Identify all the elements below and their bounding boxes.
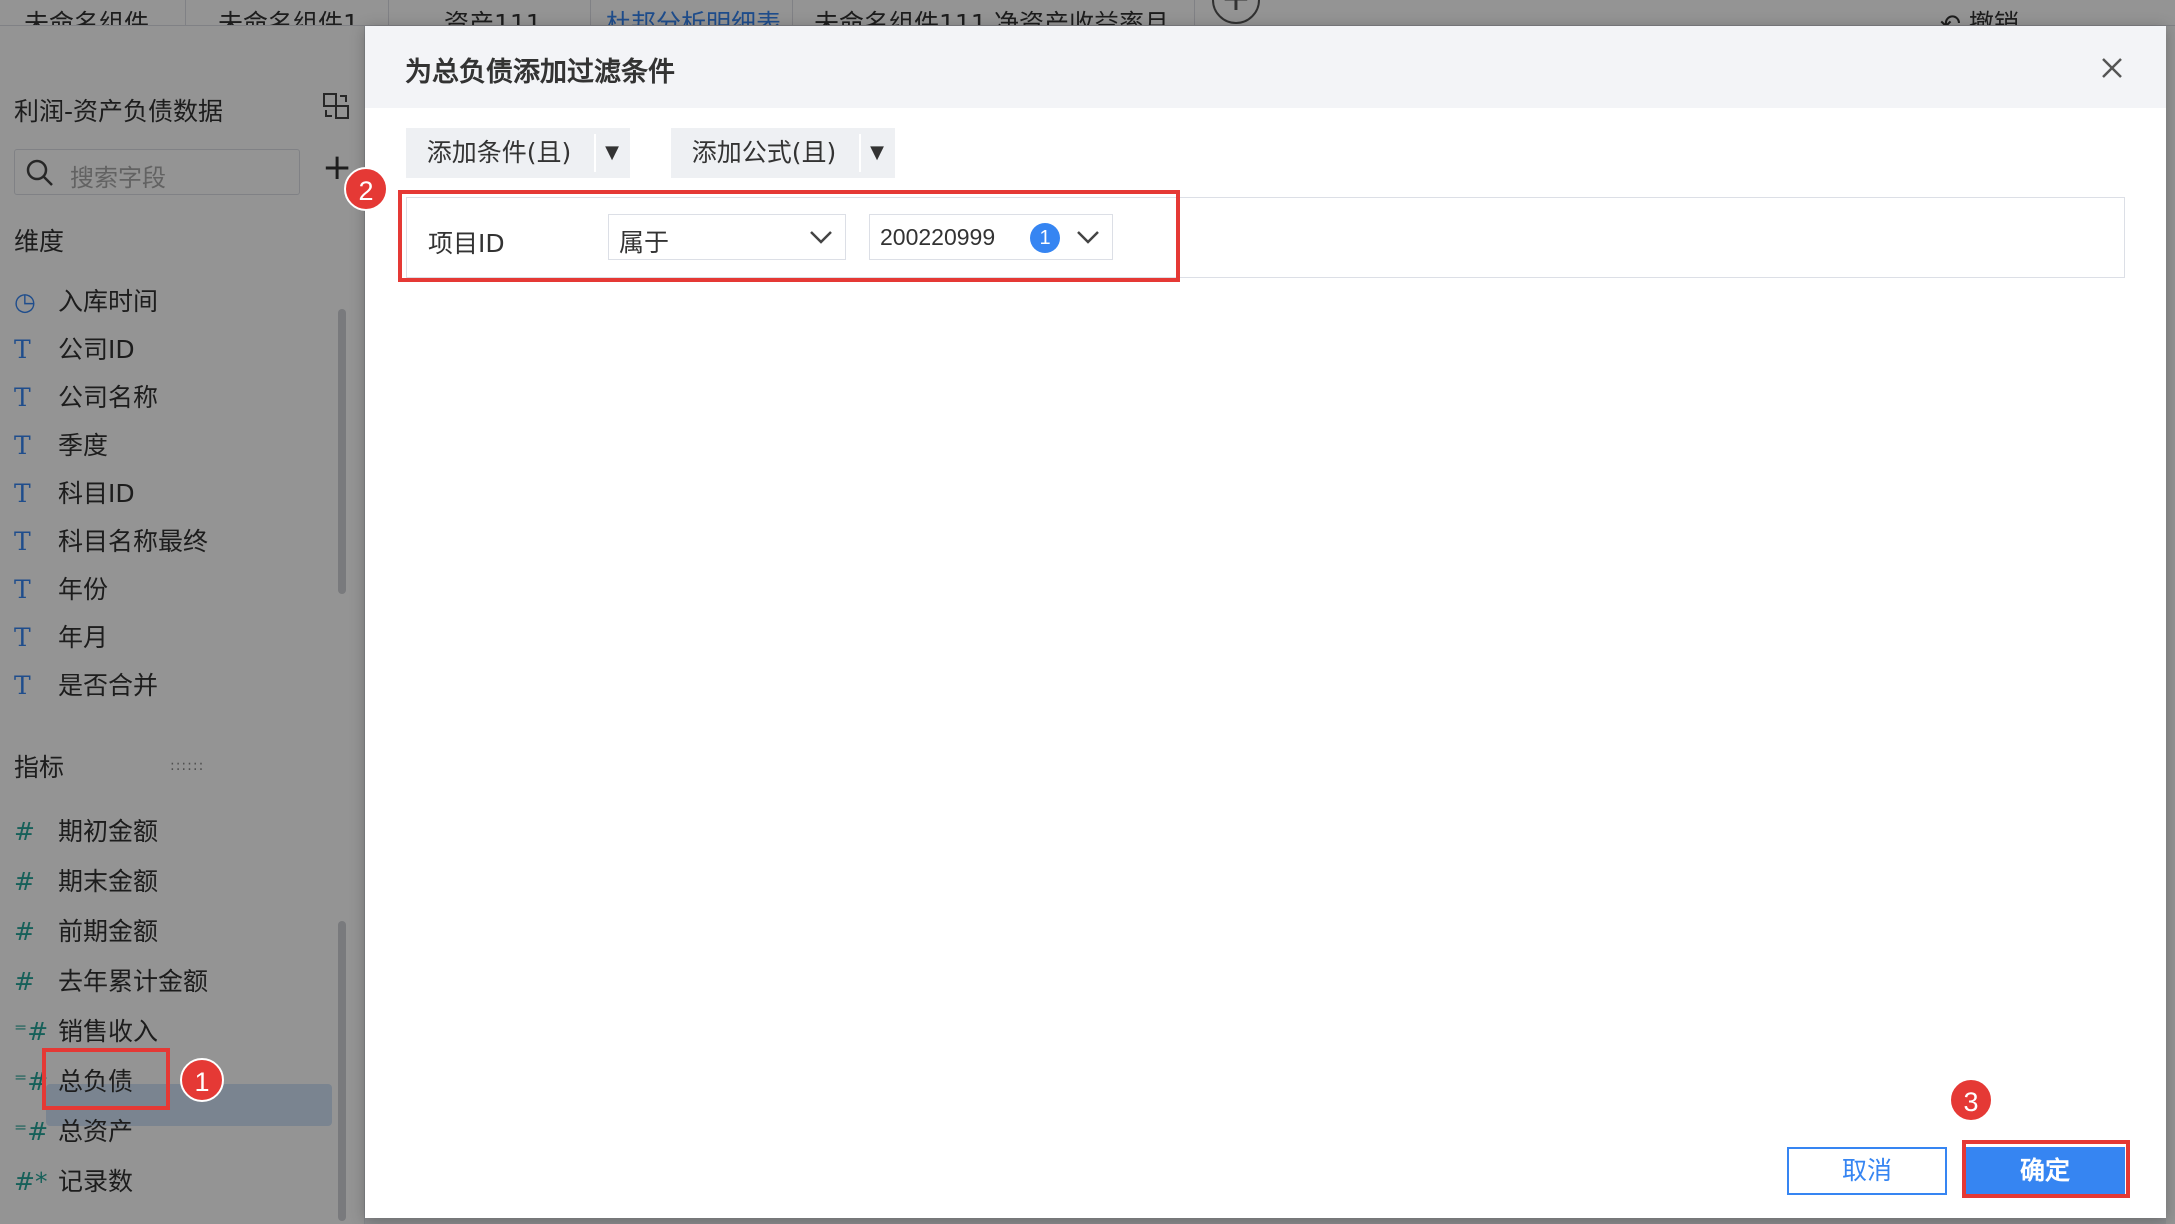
caret-down-icon[interactable]: ▼ (861, 128, 893, 178)
add-condition-label: 添加条件(且) (426, 138, 572, 167)
annotation-badge-3: 3 (1949, 1078, 1993, 1122)
annotation-badge-1: 1 (180, 1058, 224, 1102)
dialog-title: 为总负债添加过滤条件 (405, 57, 675, 88)
caret-down-icon[interactable]: ▼ (596, 128, 628, 178)
add-formula-label: 添加公式(且) (691, 138, 837, 167)
annotation-box-3 (1962, 1140, 2130, 1198)
annotation-box-2 (398, 190, 1180, 282)
add-formula-button[interactable]: 添加公式(且) ▼ (671, 128, 895, 178)
annotation-badge-2: 2 (344, 167, 388, 211)
add-condition-button[interactable]: 添加条件(且) ▼ (406, 128, 630, 178)
dialog-header: 为总负债添加过滤条件 (365, 26, 2166, 108)
annotation-box-1 (42, 1048, 170, 1110)
close-icon[interactable] (2098, 54, 2126, 82)
cancel-button[interactable]: 取消 (1787, 1147, 1947, 1195)
